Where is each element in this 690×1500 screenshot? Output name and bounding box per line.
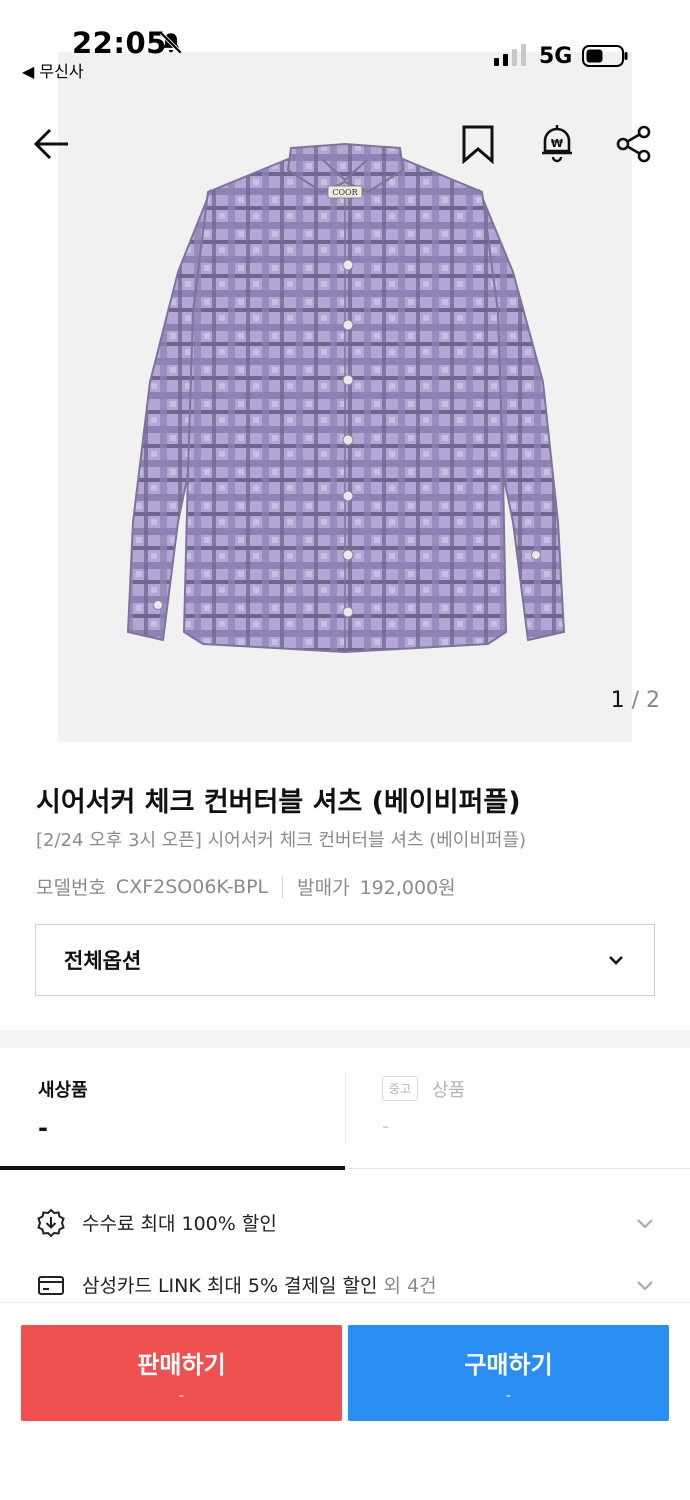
benefit-card-text: 삼성카드 LINK 최대 5% 결제일 할인 [82,1275,378,1297]
bottom-bar-divider [0,1302,690,1303]
buy-button-label: 구매하기 [464,1351,553,1379]
price-alert-button[interactable]: ₩ [535,122,579,166]
benefit-card-extra: 외 4건 [383,1275,437,1297]
back-arrow-icon [33,128,68,160]
release-price-label: 발매가 [297,877,350,899]
total-pages: 2 [646,688,660,713]
benefit-row-fee-discount[interactable]: 수수료 최대 100% 할인 [0,1194,690,1250]
sell-button-price: - [178,1386,185,1404]
option-select[interactable]: 전체옵션 [35,924,655,996]
current-page: 1 [610,688,625,713]
benefit-text: 수수료 최대 100% 할인 [82,1209,277,1236]
buy-button[interactable]: 구매하기 - [348,1325,669,1421]
svg-text:₩: ₩ [551,137,563,150]
back-to-app-link[interactable]: ◀ 무신사 [22,58,84,82]
bookmark-button[interactable] [456,122,500,166]
benefit-text: 삼성카드 LINK 최대 5% 결제일 할인 외 4건 [82,1271,437,1298]
benefit-row-card-discount[interactable]: 삼성카드 LINK 최대 5% 결제일 할인 외 4건 [0,1256,690,1312]
credit-card-icon [38,1276,64,1295]
tab-new-price: - [38,1114,48,1142]
price-alert-icon: ₩ [542,125,572,163]
share-button[interactable] [612,122,656,166]
chevron-down-icon [609,956,623,965]
bell-off-icon [159,31,183,55]
tab-baseline [345,1168,690,1169]
product-subtitle: [2/24 오후 3시 오픈] 시어서커 체크 컨버터블 셔츠 (베이비퍼플) [36,830,527,851]
chevron-down-icon [637,1219,653,1229]
network-type: 5G [539,44,573,69]
discount-badge-icon [37,1208,65,1238]
active-tab-indicator [0,1166,345,1170]
battery-icon [582,45,628,67]
product-meta: 모델번호 CXF2SO06K-BPL 발매가 192,000원 [36,873,456,900]
model-number-label: 모델번호 [36,877,106,899]
tab-used-label: 상품 [432,1080,466,1101]
sell-button-label: 판매하기 [137,1351,226,1379]
status-time: 22:05 [72,26,167,60]
buy-button-price: - [505,1386,512,1404]
tab-new-product[interactable]: 새상품 - [0,1048,345,1168]
share-icon [616,125,651,163]
tab-new-label: 새상품 [38,1080,88,1101]
status-bar: 22:05 ◀ 무신사 5G [0,0,690,90]
brand-tag: COOR [332,188,358,197]
used-badge: 중고 [382,1076,419,1101]
page-separator: / [631,688,639,713]
benefit-fee-text: 수수료 최대 100% 할인 [82,1213,277,1235]
tab-used-product[interactable]: 중고 상품 - [345,1072,690,1144]
sell-button[interactable]: 판매하기 - [21,1325,342,1421]
tab-used-price: - [382,1114,390,1138]
option-select-label: 전체옵션 [64,949,142,973]
model-number-value: CXF2SO06K-BPL [115,875,269,898]
bookmark-icon [462,125,494,164]
image-page-indicator: 1 / 2 [611,688,660,713]
product-title: 시어서커 체크 컨버터블 셔츠 (베이비퍼플) [36,787,521,818]
signal-icon [494,44,526,66]
release-price-value: 192,000원 [359,877,456,899]
section-divider [0,1030,690,1048]
meta-divider [282,875,284,898]
back-button[interactable] [30,122,74,166]
chevron-down-icon [637,1281,653,1291]
